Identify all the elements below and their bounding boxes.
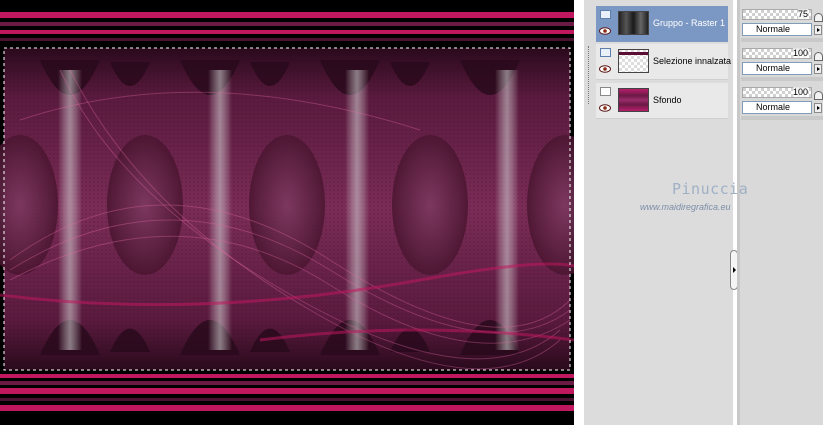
dropdown-arrow-icon[interactable]	[814, 25, 822, 35]
layer-thumbnail	[618, 88, 649, 112]
opacity-value: 100	[792, 87, 808, 97]
layer-properties-row: 100 Normale	[741, 84, 823, 120]
top-stripe-3	[0, 30, 574, 34]
group-tree-line	[588, 46, 593, 104]
opacity-slider[interactable]: 100	[742, 48, 812, 59]
opacity-slider[interactable]: 75	[742, 9, 812, 20]
layer-row-gruppo-raster-1[interactable]: Gruppo - Raster 1	[596, 6, 728, 42]
layer-group-icon	[600, 10, 611, 19]
eye-icon[interactable]	[599, 27, 611, 35]
background-layer-icon	[600, 87, 611, 96]
layer-name: Sfondo	[653, 95, 682, 105]
blend-mode-select[interactable]: Normale	[742, 101, 812, 114]
dropdown-arrow-icon[interactable]	[814, 64, 822, 74]
opacity-value: 75	[797, 9, 808, 19]
layer-name: Gruppo - Raster 1	[653, 18, 726, 28]
layer-row-selezione-innalzata[interactable]: Selezione innalzata	[596, 44, 732, 80]
slider-thumb-icon[interactable]	[814, 13, 823, 22]
image-canvas[interactable]	[0, 0, 574, 425]
top-stripe-1	[0, 12, 574, 18]
top-stripe-2	[0, 22, 574, 26]
layer-row-sfondo[interactable]: Sfondo	[596, 83, 728, 119]
dropdown-arrow-icon[interactable]	[814, 103, 822, 113]
slider-thumb-icon[interactable]	[814, 91, 823, 100]
slider-thumb-icon[interactable]	[814, 52, 823, 61]
blend-mode-select[interactable]: Normale	[742, 62, 812, 75]
layer-thumbnail	[618, 49, 649, 73]
raster-layer-icon	[600, 48, 611, 57]
opacity-value: 100	[792, 48, 808, 58]
artwork	[0, 0, 574, 425]
opacity-slider[interactable]: 100	[742, 87, 812, 98]
canvas-divider	[574, 0, 584, 425]
bottom-stripe-2	[0, 405, 574, 411]
blend-mode-select[interactable]: Normale	[742, 23, 812, 36]
eye-icon[interactable]	[599, 65, 611, 73]
layer-thumbnail	[618, 11, 649, 35]
watermark-title: Pinuccia	[672, 180, 749, 198]
layer-properties-row: 100 Normale	[741, 45, 823, 81]
layer-properties-row: 75 Normale	[741, 6, 823, 42]
layer-name: Selezione innalzata	[653, 56, 732, 66]
watermark-url: www.maidiregrafica.eu	[640, 202, 731, 212]
eye-icon[interactable]	[599, 104, 611, 112]
bottom-stripe-1	[0, 388, 574, 394]
